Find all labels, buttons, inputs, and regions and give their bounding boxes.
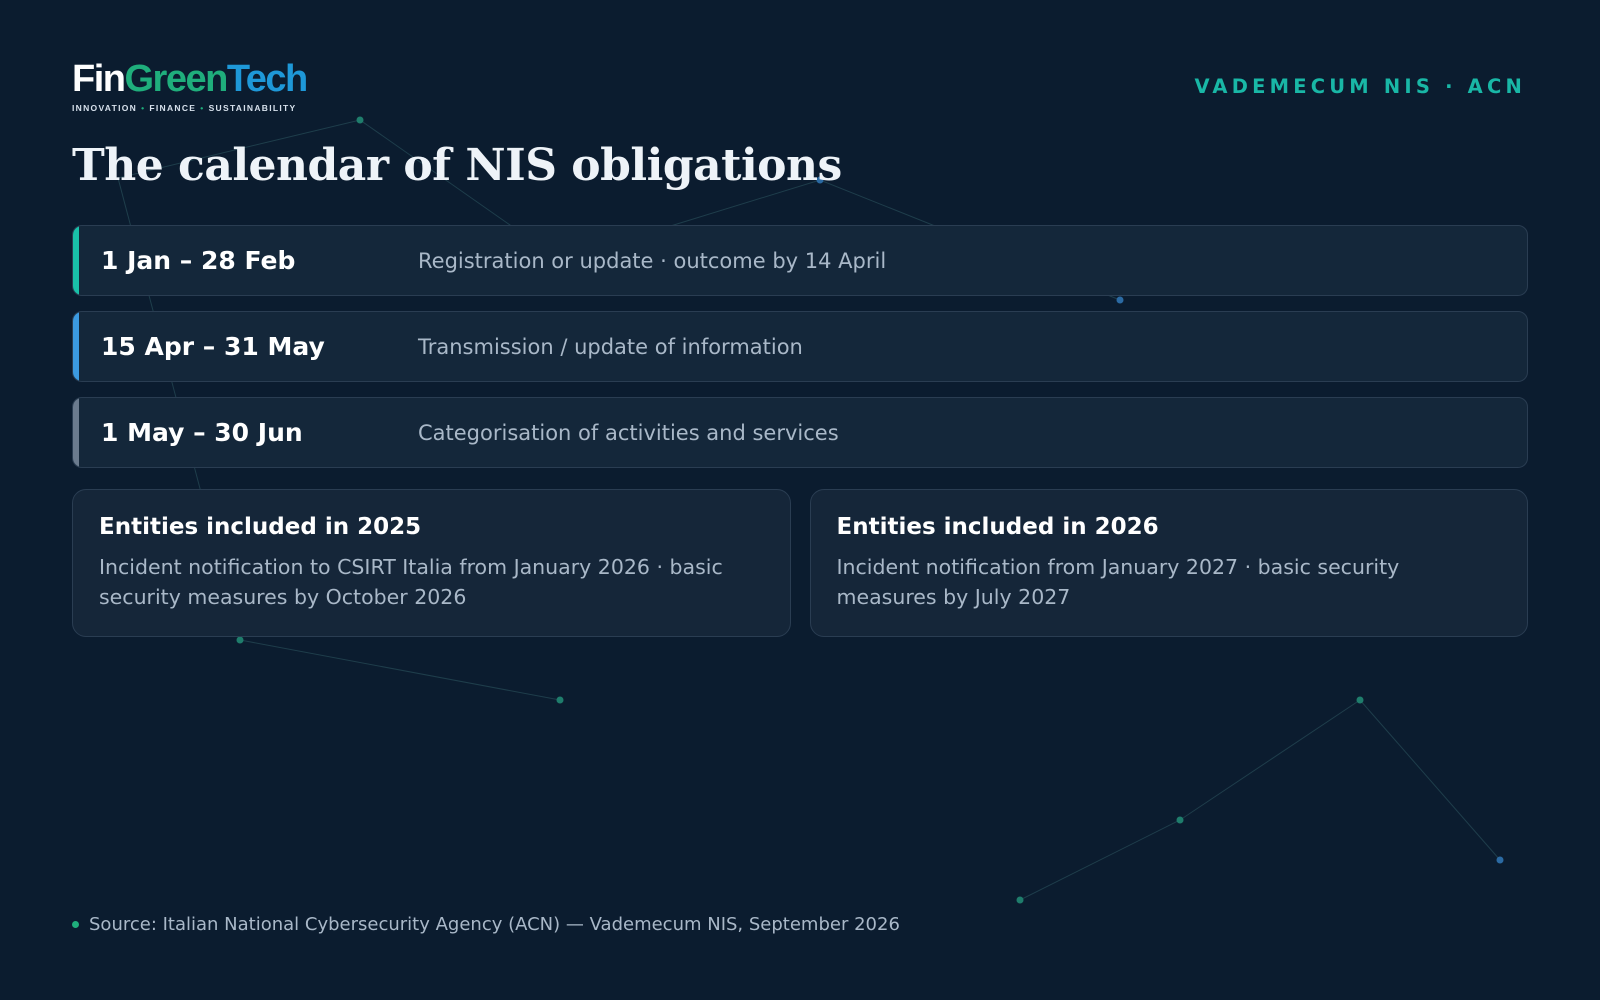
- tagline-separator: •: [141, 103, 146, 113]
- tagline-sustainability: SUSTAINABILITY: [208, 103, 297, 113]
- card-text: Incident notification to CSIRT Italia fr…: [99, 555, 723, 609]
- source-note: Source: Italian National Cybersecurity A…: [72, 914, 900, 935]
- logo-fin: Fin: [72, 58, 126, 100]
- timeline-description: Registration or update · outcome by 14 A…: [418, 248, 887, 273]
- bullet-dot-icon: [72, 921, 79, 928]
- logo-wordmark: FinGreenTech: [72, 58, 308, 100]
- timeline-description: Transmission / update of information: [418, 334, 803, 359]
- timeline-description: Categorisation of activities and service…: [418, 420, 839, 445]
- logo-tagline: INNOVATION • FINANCE • SUSTAINABILITY: [72, 103, 307, 113]
- timeline-date: 1 Jan – 28 Feb: [101, 246, 296, 275]
- tagline-finance: FINANCE: [149, 103, 197, 113]
- card-title: Entities included in 2026: [836, 514, 1159, 540]
- timeline-row: 15 Apr – 31 May Transmission / update of…: [72, 311, 1528, 382]
- page-title: The calendar of NIS obligations: [72, 140, 842, 191]
- entity-card-2026: Entities included in 2026 Incident notif…: [809, 489, 1528, 637]
- header-kicker: VADEMECUM NIS · ACN: [1194, 75, 1526, 98]
- entity-cards: Entities included in 2025 Incident notif…: [72, 489, 1528, 637]
- tagline-innovation: INNOVATION: [72, 103, 138, 113]
- entity-card-2025: Entities included in 2025 Incident notif…: [72, 489, 791, 637]
- obligations-timeline: 1 Jan – 28 Feb Registration or update · …: [72, 225, 1528, 483]
- card-title: Entities included in 2025: [99, 514, 422, 540]
- logo-tech: Tech: [226, 58, 308, 100]
- timeline-date: 15 Apr – 31 May: [101, 332, 325, 361]
- logo-green: Green: [124, 58, 228, 100]
- timeline-row: 1 May – 30 Jun Categorisation of activit…: [72, 397, 1528, 468]
- tagline-separator: •: [200, 103, 205, 113]
- timeline-date: 1 May – 30 Jun: [101, 418, 303, 447]
- timeline-row: 1 Jan – 28 Feb Registration or update · …: [72, 225, 1528, 296]
- card-text: Incident notification from January 2027 …: [836, 555, 1400, 609]
- brand-logo: FinGreenTech INNOVATION • FINANCE • SUSTAINA…: [72, 58, 308, 113]
- source-text: Source: Italian National Cybersecurity A…: [89, 914, 900, 935]
